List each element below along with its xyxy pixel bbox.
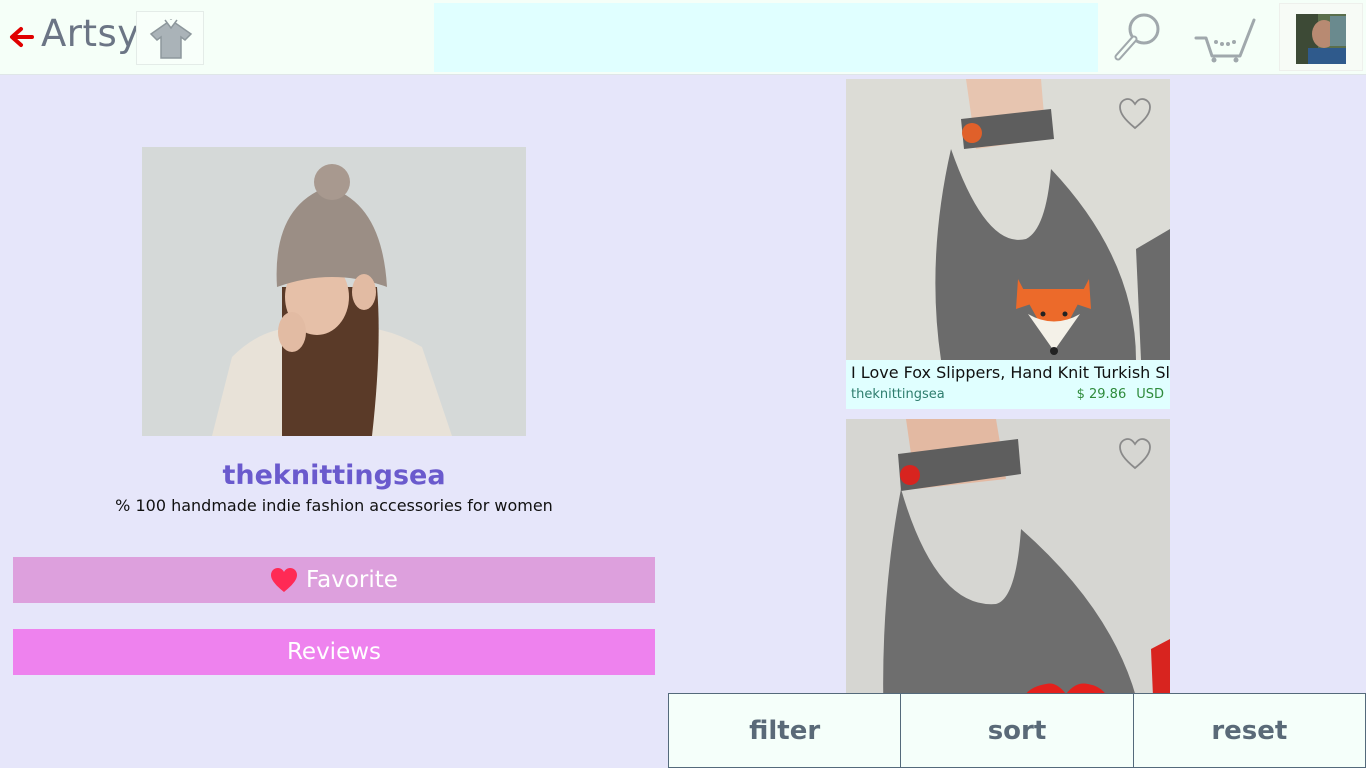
reset-button[interactable]: reset bbox=[1132, 693, 1366, 768]
heart-outline-icon[interactable] bbox=[1118, 437, 1152, 471]
sort-button[interactable]: sort bbox=[900, 693, 1133, 768]
listing-info: I Love Fox Slippers, Hand Knit Turkish S… bbox=[846, 360, 1170, 409]
back-arrow-icon[interactable] bbox=[6, 22, 36, 52]
app-header: Artsy bbox=[0, 0, 1366, 75]
listing-title: I Love Fox Slippers, Hand Knit Turkish S… bbox=[851, 363, 1170, 382]
search-button[interactable] bbox=[1105, 8, 1169, 68]
favorite-label: Favorite bbox=[306, 567, 398, 593]
app-title: Artsy bbox=[41, 12, 140, 55]
favorite-button[interactable]: Favorite bbox=[13, 557, 655, 603]
user-avatar[interactable] bbox=[1279, 3, 1363, 71]
price-value: $ 29.86 bbox=[1076, 387, 1127, 402]
listing-price: $ 29.86 USD bbox=[1077, 387, 1164, 402]
listing-card[interactable]: I Love Fox Slippers, Hand Knit Turkish S… bbox=[846, 79, 1170, 409]
filter-button[interactable]: filter bbox=[668, 693, 901, 768]
cart-icon bbox=[1194, 18, 1256, 63]
home-button[interactable] bbox=[136, 11, 204, 65]
search-icon bbox=[1114, 13, 1160, 61]
price-currency: USD bbox=[1136, 387, 1164, 402]
home-shirt-icon bbox=[149, 19, 193, 59]
bottom-command-bar: filter sort reset bbox=[668, 693, 1366, 768]
reviews-label: Reviews bbox=[286, 639, 382, 665]
reviews-button[interactable]: Reviews bbox=[13, 629, 655, 675]
avatar-image bbox=[1296, 14, 1346, 64]
cart-button[interactable] bbox=[1190, 8, 1260, 68]
search-input[interactable] bbox=[434, 3, 1098, 72]
shop-banner-image bbox=[142, 147, 526, 436]
heart-outline-icon[interactable] bbox=[1118, 97, 1152, 131]
shop-tagline: % 100 handmade indie fashion accessories… bbox=[115, 496, 553, 515]
heart-icon bbox=[271, 568, 298, 592]
shop-name[interactable]: theknittingsea bbox=[0, 460, 668, 491]
listing-seller: theknittingsea bbox=[851, 387, 945, 402]
